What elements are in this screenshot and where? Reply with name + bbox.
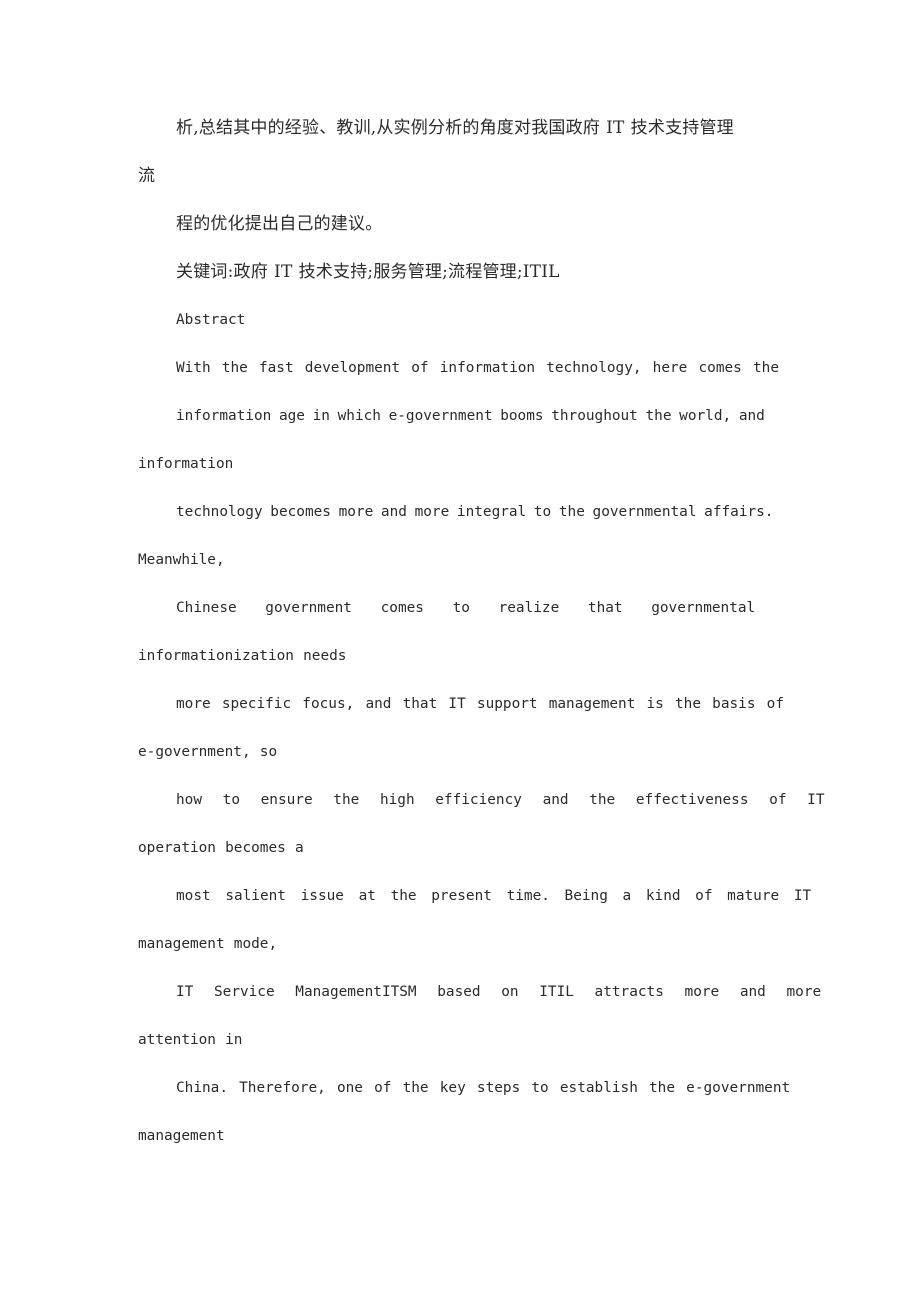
document-text-block: 析,总结其中的经验、教训,从实例分析的角度对我国政府 IT 技术支持管理流程的优… [138,104,825,1160]
document-line: Meanwhile, [138,552,225,568]
document-line: 程的优化提出自己的建议。 [176,214,383,234]
document-line: informationization needs [138,648,347,664]
document-line: information age in which e-government bo… [176,408,765,424]
document-page: 析,总结其中的经验、教训,从实例分析的角度对我国政府 IT 技术支持管理流程的优… [0,0,920,1302]
document-line: 析,总结其中的经验、教训,从实例分析的角度对我国政府 IT 技术支持管理 [176,118,734,138]
document-line: management [138,1128,225,1144]
document-line: information [138,456,234,472]
document-line: Abstract [176,312,246,328]
document-line: more specific focus, and that IT support… [176,696,784,712]
document-line: attention in [138,1032,243,1048]
document-line: 关键词:政府 IT 技术支持;服务管理;流程管理;ITIL [176,262,560,282]
document-line: IT Service ManagementITSM based on ITIL … [176,984,822,1000]
document-line: management mode, [138,936,278,952]
document-line: operation becomes a [138,840,304,856]
document-line: how to ensure the high efficiency and th… [176,792,825,808]
document-line: most salient issue at the present time. … [176,888,812,904]
document-line: With the fast development of information… [176,360,779,376]
document-line: Chinese government comes to realize that… [176,600,756,616]
document-line: technology becomes more and more integra… [176,504,774,520]
document-line: China. Therefore, one of the key steps t… [176,1080,791,1096]
document-line: 流 [138,166,156,186]
document-line: e-government, so [138,744,278,760]
